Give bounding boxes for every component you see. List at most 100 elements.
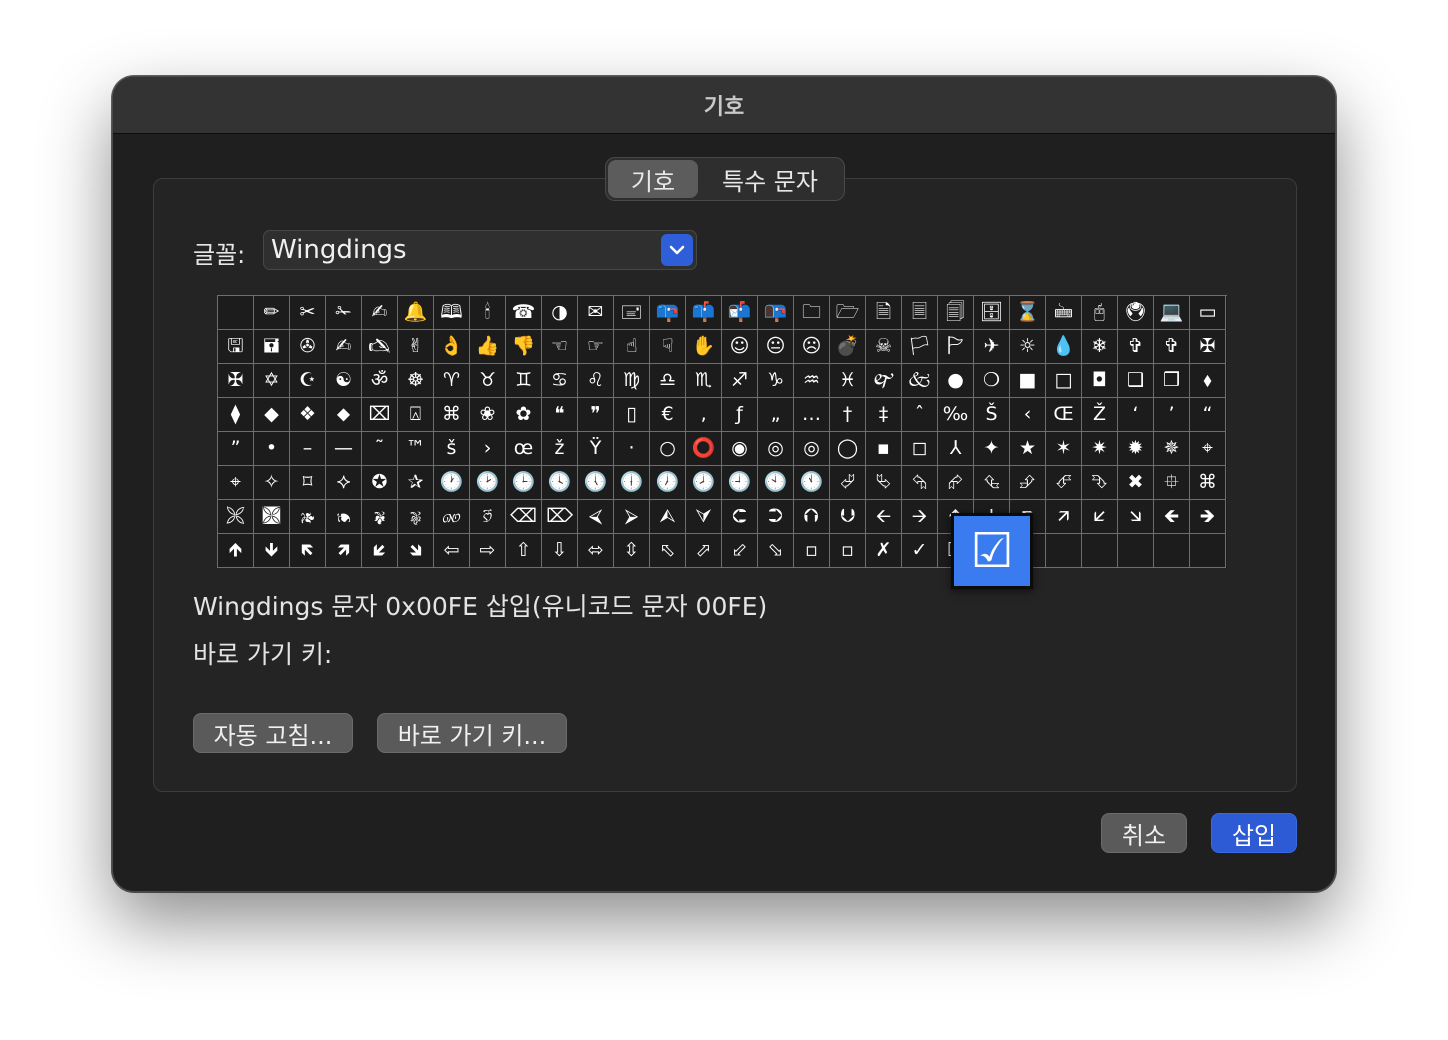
symbol-cell[interactable]: ⮰ xyxy=(830,466,866,500)
symbol-cell[interactable]: ⯎ xyxy=(326,466,362,500)
symbol-cell[interactable]: 🡭 xyxy=(1046,500,1082,534)
symbol-cell[interactable]: ☯ xyxy=(326,364,362,398)
symbol-cell[interactable]: 🡿 xyxy=(362,534,398,568)
symbol-cell[interactable]: ◑ xyxy=(542,296,578,330)
symbol-cell[interactable]: ☜ xyxy=(542,330,578,364)
symbol-cell[interactable]: Œ xyxy=(1046,398,1082,432)
symbol-cell[interactable]: ‘ xyxy=(1118,398,1154,432)
symbol-cell[interactable]: ❀ xyxy=(470,398,506,432)
symbol-cell[interactable]: ✡ xyxy=(254,364,290,398)
symbol-cell[interactable]: ⭕ xyxy=(686,432,722,466)
symbol-cell[interactable]: ♏ xyxy=(686,364,722,398)
symbol-cell[interactable]: 🕒 xyxy=(506,466,542,500)
symbol-cell[interactable]: ✰ xyxy=(398,466,434,500)
symbol-cell[interactable]: ⬀ xyxy=(686,534,722,568)
symbol-cell[interactable]: ⮘ xyxy=(578,500,614,534)
symbol-cell[interactable]: 💣 xyxy=(830,330,866,364)
symbol-cell[interactable]: 🕐 xyxy=(434,466,470,500)
symbol-cell[interactable]: 🔔 xyxy=(398,296,434,330)
symbol-cell[interactable]: ◯ xyxy=(830,432,866,466)
autocorrect-button[interactable]: 자동 고침... xyxy=(193,713,353,753)
symbol-cell[interactable]: ⬥ xyxy=(326,398,362,432)
symbol-cell[interactable]: ✿ xyxy=(506,398,542,432)
symbol-cell[interactable]: 🏱 xyxy=(938,330,974,364)
symbol-cell[interactable]: š xyxy=(434,432,470,466)
font-dropdown[interactable]: Wingdings xyxy=(263,230,697,270)
symbol-cell[interactable]: 🕚 xyxy=(794,466,830,500)
symbol-cell[interactable]: 👌 xyxy=(434,330,470,364)
symbol-cell[interactable]: 🡼 xyxy=(290,534,326,568)
symbol-cell[interactable]: ✍ xyxy=(362,296,398,330)
symbol-cell[interactable]: 🡨 xyxy=(866,500,902,534)
symbol-cell[interactable]: ✈ xyxy=(974,330,1010,364)
symbol-cell[interactable]: 🕔 xyxy=(578,466,614,500)
symbol-cell[interactable]: ™ xyxy=(398,432,434,466)
symbol-cell[interactable]: 🖰 xyxy=(1082,296,1118,330)
symbol-cell[interactable]: ▯ xyxy=(614,398,650,432)
symbol-cell[interactable]: 🙕 xyxy=(290,500,326,534)
symbol-cell[interactable]: ˆ xyxy=(902,398,938,432)
symbol-cell[interactable]: · xyxy=(614,432,650,466)
symbol-cell[interactable]: 🙵 xyxy=(902,364,938,398)
symbol-cell[interactable]: ⯐ xyxy=(1154,466,1190,500)
symbol-cell[interactable]: ⅄ xyxy=(938,432,974,466)
symbol-cell[interactable]: ⮳ xyxy=(938,466,974,500)
symbol-cell[interactable]: ❞ xyxy=(578,398,614,432)
symbol-cell[interactable]: ☹ xyxy=(794,330,830,364)
symbol-cell[interactable]: ⮶ xyxy=(1046,466,1082,500)
shortcut-key-button[interactable]: 바로 가기 키... xyxy=(377,713,567,753)
symbol-cell[interactable]: ⌘ xyxy=(434,398,470,432)
symbol-cell[interactable]: 🖎 xyxy=(362,330,398,364)
symbol-cell[interactable]: ▫ xyxy=(830,534,866,568)
symbol-cell[interactable]: 👍 xyxy=(470,330,506,364)
symbol-cell[interactable]: 🗏 xyxy=(902,296,938,330)
symbol-cell[interactable]: œ xyxy=(506,432,542,466)
symbol-cell[interactable]: ❄ xyxy=(1082,330,1118,364)
symbol-cell[interactable]: ◘ xyxy=(1082,364,1118,398)
symbol-cell[interactable]: 🖫 xyxy=(218,330,254,364)
symbol-cell[interactable] xyxy=(1190,534,1226,568)
symbol-cell[interactable]: 🕗 xyxy=(686,466,722,500)
symbol-cell[interactable]: ❒ xyxy=(1154,364,1190,398)
symbol-cell[interactable]: 🙗 xyxy=(362,500,398,534)
symbol-cell[interactable]: ⬧ xyxy=(1190,364,1226,398)
symbol-cell[interactable]: ✂ xyxy=(290,296,326,330)
symbol-cell[interactable]: ▪ xyxy=(866,432,902,466)
symbol-cell[interactable]: ♒ xyxy=(794,364,830,398)
symbol-cell[interactable]: 📪 xyxy=(650,296,686,330)
symbol-cell[interactable]: ☸ xyxy=(398,364,434,398)
symbol-cell[interactable]: 🙰 xyxy=(866,364,902,398)
symbol-cell[interactable]: 🙖 xyxy=(398,500,434,534)
symbol-cell[interactable] xyxy=(1118,534,1154,568)
symbol-cell[interactable]: ✦ xyxy=(974,432,1010,466)
symbol-cell[interactable]: 🗁 xyxy=(830,296,866,330)
symbol-cell[interactable]: 🡻 xyxy=(254,534,290,568)
symbol-cell[interactable]: ⬂ xyxy=(758,534,794,568)
symbol-cell[interactable]: 🕕 xyxy=(614,466,650,500)
symbol-cell[interactable]: ⇳ xyxy=(614,534,650,568)
symbol-cell[interactable]: ⌫ xyxy=(506,500,542,534)
symbol-cell[interactable]: ‹ xyxy=(1010,398,1046,432)
symbol-cell[interactable]: ✁ xyxy=(326,296,362,330)
symbol-cell[interactable]: 🙫 xyxy=(254,500,290,534)
symbol-cell[interactable]: ❑ xyxy=(1118,364,1154,398)
symbol-cell[interactable]: ♑ xyxy=(758,364,794,398)
symbol-cell[interactable]: ⮛ xyxy=(686,500,722,534)
symbol-cell[interactable]: 🗄 xyxy=(974,296,1010,330)
symbol-cell[interactable]: ✖ xyxy=(1118,466,1154,500)
symbol-cell[interactable]: ☎ xyxy=(506,296,542,330)
symbol-cell[interactable]: ✠ xyxy=(1190,330,1226,364)
symbol-cell[interactable]: ✞ xyxy=(1118,330,1154,364)
symbol-cell[interactable]: ☠ xyxy=(866,330,902,364)
symbol-cell[interactable]: ⌧ xyxy=(362,398,398,432)
symbol-cell[interactable]: 🡾 xyxy=(398,534,434,568)
symbol-cell[interactable]: 📬 xyxy=(722,296,758,330)
symbol-cell[interactable]: ⇦ xyxy=(434,534,470,568)
symbol-cell[interactable]: — xyxy=(326,432,362,466)
symbol-cell[interactable]: ⬃ xyxy=(722,534,758,568)
symbol-cell[interactable]: ⮵ xyxy=(1010,466,1046,500)
symbol-cell[interactable]: ✗ xyxy=(866,534,902,568)
symbol-cell[interactable]: ★ xyxy=(1010,432,1046,466)
symbol-cell[interactable]: ⌖ xyxy=(218,466,254,500)
symbol-cell[interactable]: ● xyxy=(938,364,974,398)
